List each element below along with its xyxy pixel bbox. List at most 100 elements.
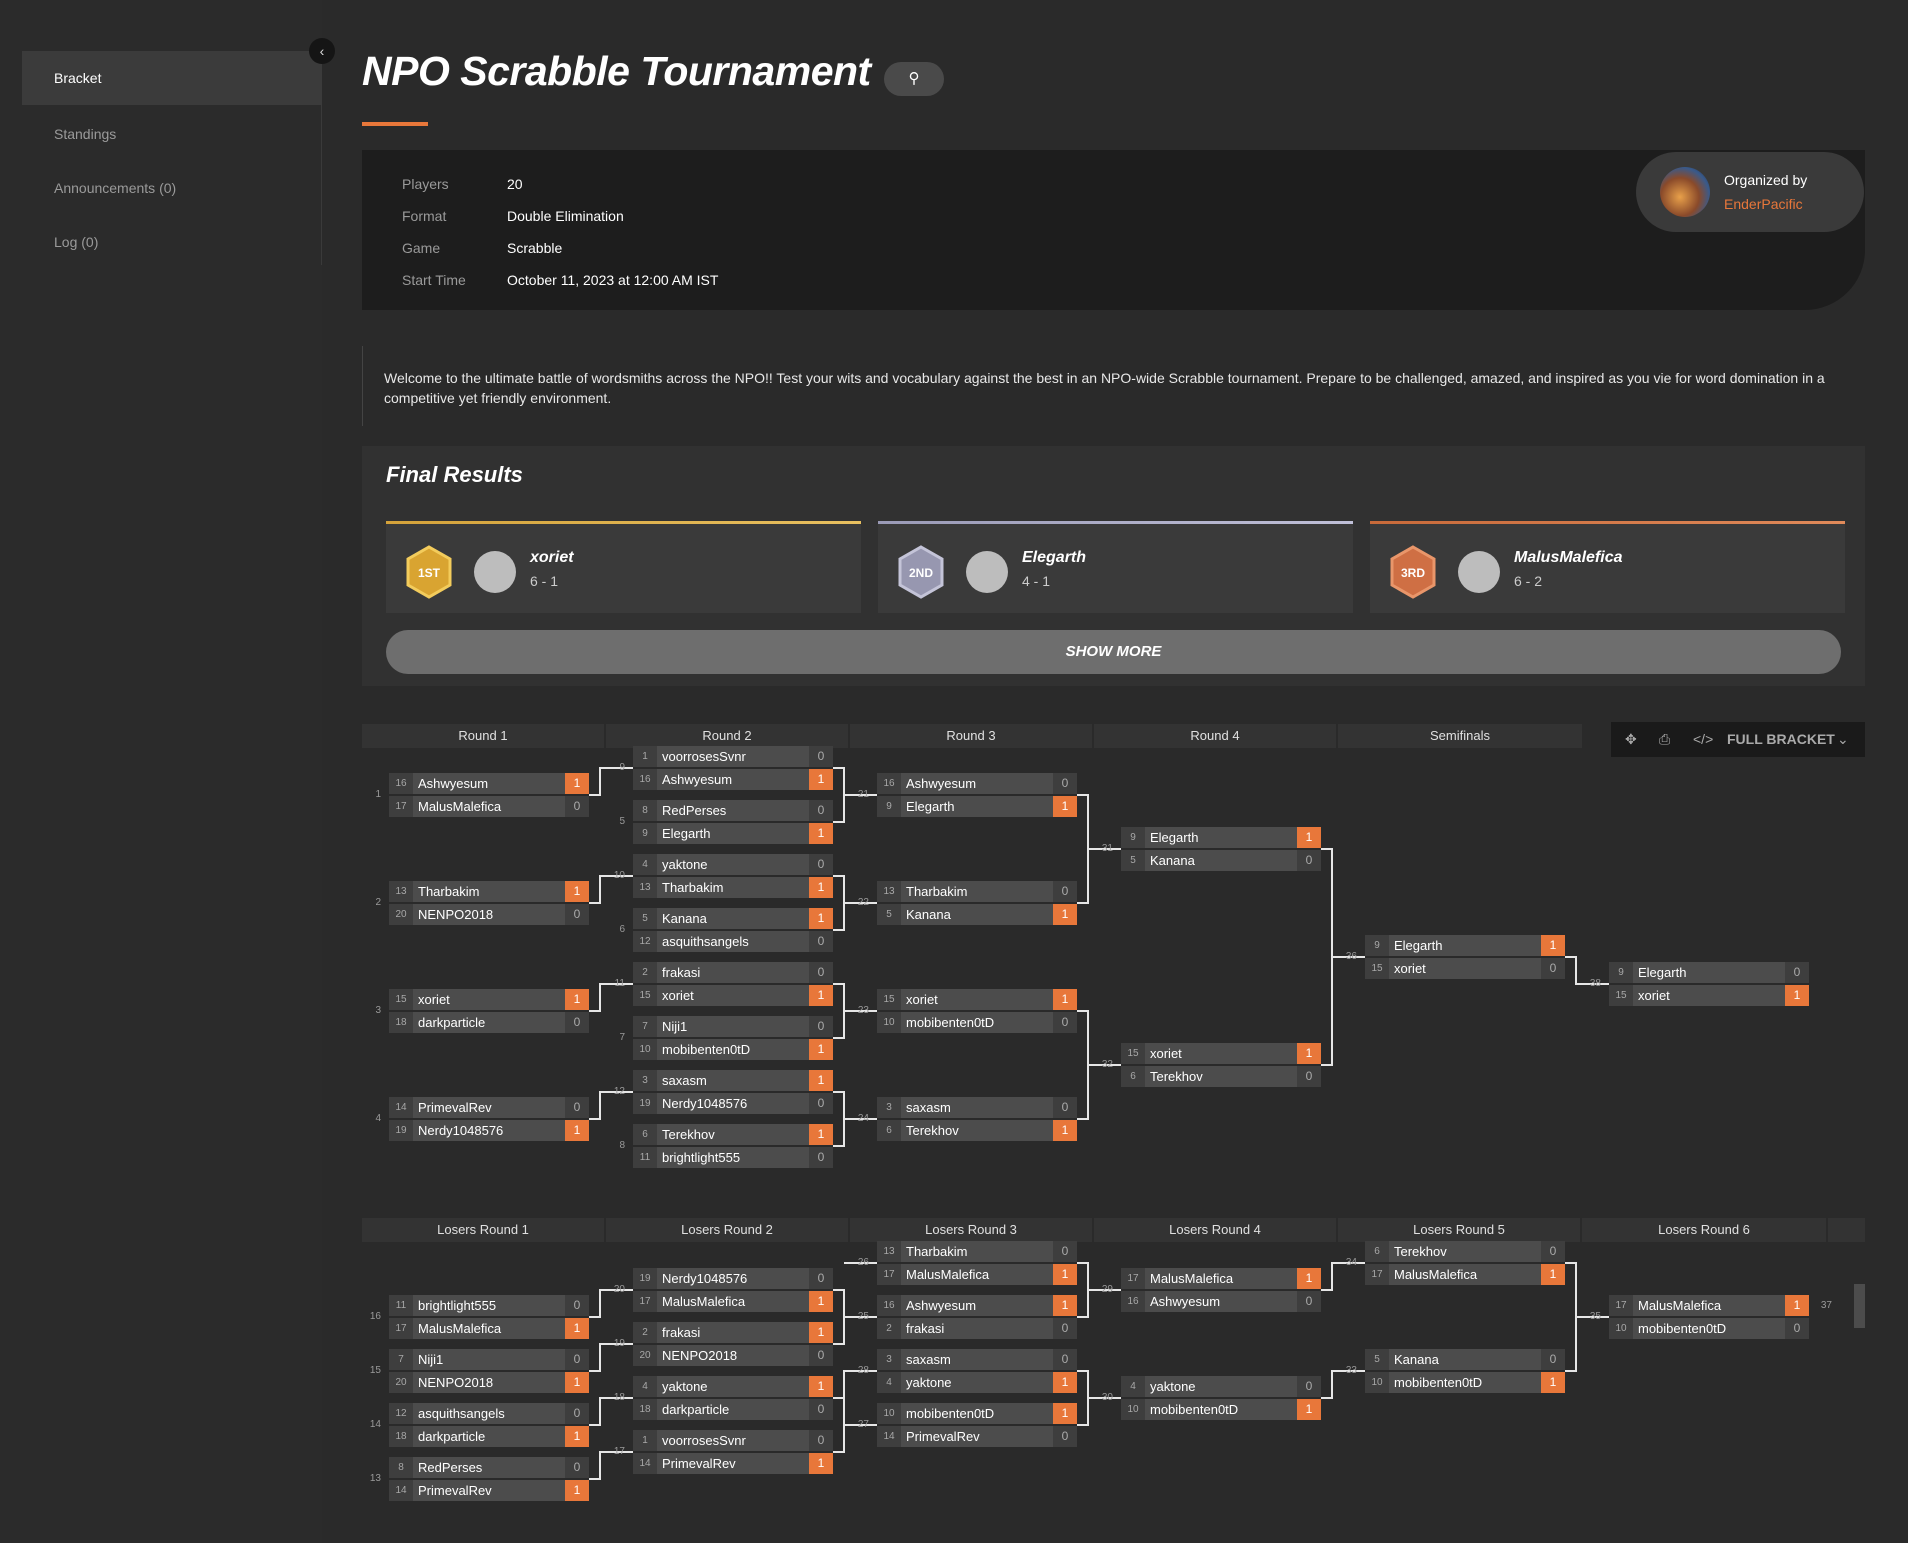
match-participant[interactable]: 17 MalusMalefica 1 (633, 1291, 833, 1312)
match-participant[interactable]: 20 NENPO2018 0 (389, 904, 589, 925)
match-participant[interactable]: 2 frakasi 0 (633, 962, 833, 983)
match-participant[interactable]: 15 xoriet 1 (1121, 1043, 1321, 1064)
match-participant[interactable]: 9 Elegarth 0 (1609, 962, 1809, 983)
match-number: 9 (619, 762, 625, 773)
match-participant[interactable]: 1 voorrosesSvnr 0 (633, 1430, 833, 1451)
match-number: 5 (619, 816, 625, 827)
score: 1 (565, 1372, 589, 1393)
participant-name: mobibenten0tD (1150, 1402, 1239, 1417)
match-participant[interactable]: 17 MalusMalefica 1 (389, 1318, 589, 1339)
match-participant[interactable]: 16 Ashwyesum 0 (1121, 1291, 1321, 1312)
match-participant[interactable]: 15 xoriet 1 (633, 985, 833, 1006)
match-participant[interactable]: 8 RedPerses 0 (389, 1457, 589, 1478)
match-participant[interactable]: 12 asquithsangels 0 (633, 931, 833, 952)
match-participant[interactable]: 14 PrimevalRev 1 (389, 1480, 589, 1501)
match-participant[interactable]: 9 Elegarth 1 (1365, 935, 1565, 956)
match-participant[interactable]: 18 darkparticle 0 (633, 1399, 833, 1420)
score: 1 (1297, 1043, 1321, 1064)
match-participant[interactable]: 6 Terekhov 0 (1365, 1241, 1565, 1262)
participant-name: yaktone (662, 1379, 708, 1394)
match-participant[interactable]: 15 xoriet 1 (1609, 985, 1809, 1006)
match-participant[interactable]: 5 Kanana 0 (1121, 850, 1321, 871)
match-participant[interactable]: 5 Kanana 0 (1365, 1349, 1565, 1370)
seed: 8 (389, 1457, 413, 1478)
match-participant[interactable]: 13 Tharbakim 1 (389, 881, 589, 902)
match-number: 38 (1589, 978, 1601, 989)
match-participant[interactable]: 20 NENPO2018 0 (633, 1345, 833, 1366)
match-participant[interactable]: 16 Ashwyesum 0 (877, 773, 1077, 794)
seed: 19 (633, 1268, 657, 1289)
match-participant[interactable]: 15 xoriet 1 (389, 989, 589, 1010)
score: 0 (1785, 962, 1809, 983)
match-participant[interactable]: 7 Niji1 0 (633, 1016, 833, 1037)
match-participant[interactable]: 10 mobibenten0tD 1 (633, 1039, 833, 1060)
match-participant[interactable]: 3 saxasm 0 (877, 1349, 1077, 1370)
match-participant[interactable]: 11 brightlight555 0 (633, 1147, 833, 1168)
match-participant[interactable]: 9 Elegarth 1 (633, 823, 833, 844)
match-participant[interactable]: 19 Nerdy1048576 0 (633, 1268, 833, 1289)
participant-name: mobibenten0tD (662, 1042, 751, 1057)
match-number: 24 (857, 1113, 869, 1124)
match-participant[interactable]: 19 Nerdy1048576 0 (633, 1093, 833, 1114)
match-participant[interactable]: 6 Terekhov 1 (877, 1120, 1077, 1141)
match-number: 36 (1345, 951, 1357, 962)
match-participant[interactable]: 10 mobibenten0tD 0 (1609, 1318, 1809, 1339)
match-participant[interactable]: 7 Niji1 0 (389, 1349, 589, 1370)
match-participant[interactable]: 11 brightlight555 0 (389, 1295, 589, 1316)
match-participant[interactable]: 14 PrimevalRev 0 (389, 1097, 589, 1118)
match-participant[interactable]: 17 MalusMalefica 0 (389, 796, 589, 817)
match-participant[interactable]: 13 Tharbakim 0 (877, 1241, 1077, 1262)
match-participant[interactable]: 4 yaktone 0 (1121, 1376, 1321, 1397)
match-participant[interactable]: 17 MalusMalefica 1 (1121, 1268, 1321, 1289)
participant-name: PrimevalRev (418, 1100, 492, 1115)
match-participant[interactable]: 20 NENPO2018 1 (389, 1372, 589, 1393)
match-participant[interactable]: 4 yaktone 1 (633, 1376, 833, 1397)
match-participant[interactable]: 14 PrimevalRev 0 (877, 1426, 1077, 1447)
score: 0 (809, 1093, 833, 1114)
score: 0 (565, 1349, 589, 1370)
match-participant[interactable]: 4 yaktone 0 (633, 854, 833, 875)
match-participant[interactable]: 17 MalusMalefica 1 (877, 1264, 1077, 1285)
match-participant[interactable]: 3 saxasm 1 (633, 1070, 833, 1091)
match-participant[interactable]: 2 frakasi 1 (633, 1322, 833, 1343)
match-participant[interactable]: 14 PrimevalRev 1 (633, 1453, 833, 1474)
match-participant[interactable]: 12 asquithsangels 0 (389, 1403, 589, 1424)
participant-name: Ashwyesum (906, 776, 977, 791)
match-participant[interactable]: 13 Tharbakim 1 (633, 877, 833, 898)
match-participant[interactable]: 5 Kanana 1 (633, 908, 833, 929)
match-participant[interactable]: 8 RedPerses 0 (633, 800, 833, 821)
score: 1 (1785, 985, 1809, 1006)
match-participant[interactable]: 5 Kanana 1 (877, 904, 1077, 925)
seed: 6 (1365, 1241, 1389, 1262)
match-participant[interactable]: 17 MalusMalefica 1 (1365, 1264, 1565, 1285)
participant-name: Kanana (662, 911, 707, 926)
match-participant[interactable]: 4 yaktone 1 (877, 1372, 1077, 1393)
match-participant[interactable]: 18 darkparticle 0 (389, 1012, 589, 1033)
match-participant[interactable]: 18 darkparticle 1 (389, 1426, 589, 1447)
match-participant[interactable]: 16 Ashwyesum 1 (877, 1295, 1077, 1316)
match-participant[interactable]: 3 saxasm 0 (877, 1097, 1077, 1118)
seed: 17 (1365, 1264, 1389, 1285)
match-participant[interactable]: 10 mobibenten0tD 1 (877, 1403, 1077, 1424)
match-participant[interactable]: 13 Tharbakim 0 (877, 881, 1077, 902)
match-participant[interactable]: 15 xoriet 1 (877, 989, 1077, 1010)
match-participant[interactable]: 19 Nerdy1048576 1 (389, 1120, 589, 1141)
match-participant[interactable]: 9 Elegarth 1 (1121, 827, 1321, 848)
match-participant[interactable]: 6 Terekhov 0 (1121, 1066, 1321, 1087)
match-participant[interactable]: 10 mobibenten0tD 1 (1121, 1399, 1321, 1420)
seed: 13 (633, 877, 657, 898)
match-participant[interactable]: 10 mobibenten0tD 1 (1365, 1372, 1565, 1393)
match-participant[interactable]: 2 frakasi 0 (877, 1318, 1077, 1339)
match-participant[interactable]: 17 MalusMalefica 1 (1609, 1295, 1809, 1316)
match-participant[interactable]: 15 xoriet 0 (1365, 958, 1565, 979)
match-participant[interactable]: 16 Ashwyesum 1 (633, 769, 833, 790)
seed: 14 (633, 1453, 657, 1474)
match-participant[interactable]: 16 Ashwyesum 1 (389, 773, 589, 794)
match-participant[interactable]: 6 Terekhov 1 (633, 1124, 833, 1145)
score: 0 (1541, 958, 1565, 979)
score: 1 (1053, 989, 1077, 1010)
match-participant[interactable]: 1 voorrosesSvnr 0 (633, 746, 833, 767)
match-participant[interactable]: 9 Elegarth 1 (877, 796, 1077, 817)
participant-name: Nerdy1048576 (662, 1271, 748, 1286)
match-participant[interactable]: 10 mobibenten0tD 0 (877, 1012, 1077, 1033)
